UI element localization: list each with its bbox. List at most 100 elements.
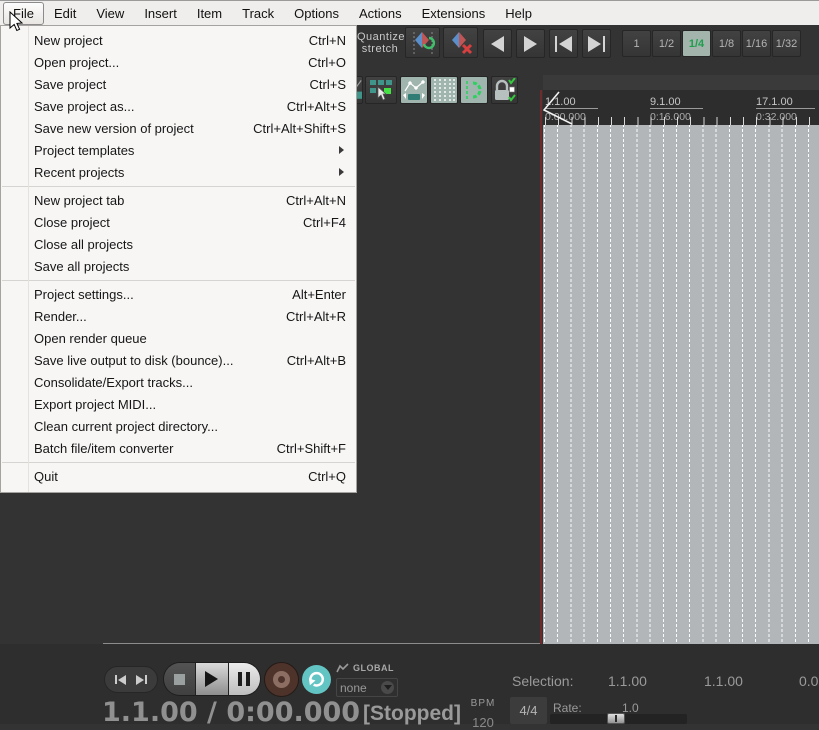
menu-item-project-settings[interactable]: Project settings... Alt+Enter bbox=[1, 283, 356, 305]
rate-label: Rate: bbox=[553, 701, 582, 715]
time-signature-button[interactable]: 4/4 bbox=[510, 697, 547, 724]
rate-slider-thumb[interactable] bbox=[607, 713, 625, 724]
quantize-stretch-markers-button[interactable] bbox=[405, 27, 440, 58]
grid-division-1-button[interactable]: 1 bbox=[622, 30, 651, 57]
ripple-icon bbox=[466, 81, 482, 99]
menu-item-save-live-output[interactable]: Save live output to disk (bounce)... Ctrl… bbox=[1, 349, 356, 371]
bpm-value[interactable]: 120 bbox=[458, 715, 508, 730]
menu-item-export-midi[interactable]: Export project MIDI... bbox=[1, 393, 356, 415]
prev-icon bbox=[118, 674, 126, 685]
menu-item-save-all-projects[interactable]: Save all projects bbox=[1, 255, 356, 277]
envelope-points-button[interactable] bbox=[400, 76, 428, 104]
grid-division-1-4-button[interactable]: 1/4 bbox=[682, 30, 711, 57]
timeline-ruler[interactable]: 1.1.00 0:00.000 9.1.00 0:16.000 17.1.00 … bbox=[543, 90, 819, 125]
quantize-marker-icon bbox=[413, 31, 435, 54]
menu-extensions[interactable]: Extensions bbox=[412, 2, 496, 25]
automation-scope-label: GLOBAL bbox=[353, 663, 394, 673]
submenu-arrow-icon bbox=[339, 146, 344, 154]
transport-status: [Stopped] bbox=[363, 702, 461, 725]
menu-item-project-templates[interactable]: Project templates bbox=[1, 139, 356, 161]
submenu-arrow-icon bbox=[339, 168, 344, 176]
grid-division-1-32-button[interactable]: 1/32 bbox=[772, 30, 801, 57]
stop-icon bbox=[174, 673, 186, 685]
rate-slider[interactable] bbox=[550, 713, 687, 724]
selection-length[interactable]: 0.0 bbox=[799, 673, 818, 689]
repeat-button[interactable] bbox=[302, 665, 331, 694]
selection-label: Selection: bbox=[512, 673, 574, 689]
menubar: File Edit View Insert Item Track Options… bbox=[0, 0, 819, 25]
repeat-icon bbox=[308, 671, 324, 687]
transport-position-readout[interactable]: 1.1.00 / 0:00.000 bbox=[102, 697, 360, 728]
skip-start-icon bbox=[559, 35, 572, 52]
mouse-cursor bbox=[9, 11, 24, 32]
menu-item-save-project[interactable]: Save project Ctrl+S bbox=[1, 73, 356, 95]
arrow-left-icon bbox=[491, 35, 504, 52]
selection-end[interactable]: 1.1.00 bbox=[704, 673, 743, 689]
menu-item-new-project-tab[interactable]: New project tab Ctrl+Alt+N bbox=[1, 189, 356, 211]
automation-mode-value: none bbox=[340, 680, 367, 695]
menu-item-batch-converter[interactable]: Batch file/item converter Ctrl+Shift+F bbox=[1, 437, 356, 459]
nav-forward-button[interactable] bbox=[516, 29, 545, 58]
menu-item-render[interactable]: Render... Ctrl+Alt+R bbox=[1, 305, 356, 327]
menu-actions[interactable]: Actions bbox=[349, 2, 412, 25]
snap-to-grid-button[interactable] bbox=[430, 76, 458, 104]
play-icon bbox=[205, 671, 219, 687]
go-to-start-button[interactable] bbox=[549, 29, 578, 58]
record-button[interactable] bbox=[264, 662, 299, 697]
menu-item-save-new-version[interactable]: Save new version of project Ctrl+Alt+Shif… bbox=[1, 117, 356, 139]
menu-item-clean-project-directory[interactable]: Clean current project directory... bbox=[1, 415, 356, 437]
bpm-label: BPM bbox=[470, 698, 496, 709]
automation-icon bbox=[336, 663, 349, 673]
skip-end-icon bbox=[588, 35, 601, 52]
selection-start[interactable]: 1.1.00 bbox=[608, 673, 647, 689]
pause-button[interactable] bbox=[227, 663, 260, 695]
ruler-ticks bbox=[543, 117, 819, 125]
record-icon bbox=[273, 671, 290, 688]
grid-division-1-8-button[interactable]: 1/8 bbox=[712, 30, 741, 57]
menu-item-recent-projects[interactable]: Recent projects bbox=[1, 161, 356, 183]
menu-help[interactable]: Help bbox=[495, 2, 542, 25]
edit-cursor-marker-icon[interactable] bbox=[543, 91, 575, 125]
envelope-icon bbox=[403, 79, 426, 100]
lock-icon bbox=[495, 77, 516, 102]
go-to-project-start-button[interactable] bbox=[115, 674, 126, 685]
menu-insert[interactable]: Insert bbox=[134, 2, 187, 25]
menu-item-save-project-as[interactable]: Save project as... Ctrl+Alt+S bbox=[1, 95, 356, 117]
remove-marker-icon bbox=[451, 31, 472, 54]
menu-track[interactable]: Track bbox=[232, 2, 284, 25]
remove-stretch-markers-button[interactable] bbox=[443, 27, 478, 58]
menu-item-open-project[interactable]: Open project... Ctrl+O bbox=[1, 51, 356, 73]
automation-global-box: GLOBAL none bbox=[336, 661, 398, 699]
menu-item-close-project[interactable]: Close project Ctrl+F4 bbox=[1, 211, 356, 233]
menu-options[interactable]: Options bbox=[284, 2, 349, 25]
playback-controls bbox=[163, 662, 261, 696]
chevron-down-icon bbox=[381, 681, 394, 694]
next-icon bbox=[136, 674, 144, 685]
stop-button[interactable] bbox=[164, 663, 196, 695]
nav-back-button[interactable] bbox=[483, 29, 512, 58]
item-grouping-button[interactable] bbox=[365, 76, 397, 104]
ripple-edit-button[interactable] bbox=[460, 76, 488, 104]
go-to-project-end-button[interactable] bbox=[136, 674, 147, 685]
go-to-end-button[interactable] bbox=[582, 29, 611, 58]
transport-divider bbox=[103, 643, 540, 644]
ruler-marker-lane[interactable] bbox=[543, 75, 819, 90]
menu-item-new-project[interactable]: New project Ctrl+N bbox=[1, 29, 356, 51]
grid-lines-icon bbox=[434, 79, 455, 101]
grid-division-1-2-button[interactable]: 1/2 bbox=[652, 30, 681, 57]
menu-item-open-render-queue[interactable]: Open render queue bbox=[1, 327, 356, 349]
play-button[interactable] bbox=[195, 663, 228, 695]
menu-item-quit[interactable]: Quit Ctrl+Q bbox=[1, 465, 356, 487]
item-grouping-icon bbox=[370, 80, 392, 101]
automation-mode-dropdown[interactable]: none bbox=[336, 678, 398, 697]
menu-item-close-all-projects[interactable]: Close all projects bbox=[1, 233, 356, 255]
menu-edit[interactable]: Edit bbox=[44, 2, 86, 25]
menu-view[interactable]: View bbox=[86, 2, 134, 25]
menu-item[interactable]: Item bbox=[187, 2, 232, 25]
pause-icon bbox=[238, 672, 251, 686]
arrange-view[interactable] bbox=[543, 125, 819, 644]
locking-settings-button[interactable] bbox=[491, 76, 518, 104]
grid-division-1-16-button[interactable]: 1/16 bbox=[742, 30, 771, 57]
edit-cursor-line bbox=[540, 90, 542, 644]
menu-item-consolidate-export[interactable]: Consolidate/Export tracks... bbox=[1, 371, 356, 393]
